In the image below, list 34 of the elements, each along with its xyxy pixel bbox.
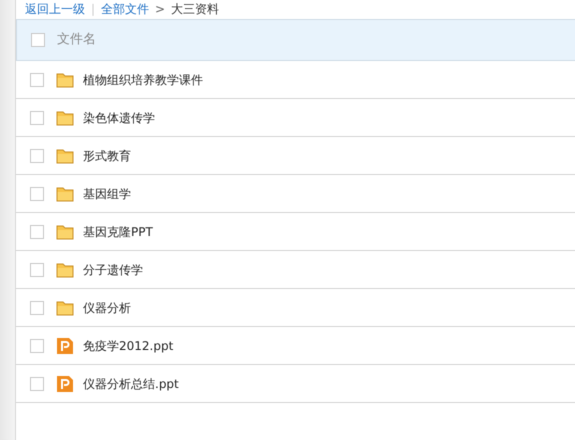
folder-icon bbox=[56, 184, 74, 202]
checkbox[interactable] bbox=[31, 33, 45, 47]
folder-icon bbox=[56, 260, 74, 278]
file-name[interactable]: 染色体遗传学 bbox=[83, 108, 155, 126]
file-name[interactable]: 基因克隆PPT bbox=[83, 222, 153, 240]
breadcrumb-current: 大三资料 bbox=[171, 2, 220, 17]
file-name[interactable]: 仪器分析 bbox=[83, 298, 131, 316]
checkbox[interactable] bbox=[30, 72, 44, 86]
breadcrumb-link[interactable]: 全部文件 bbox=[101, 2, 150, 17]
checkbox[interactable] bbox=[30, 224, 44, 238]
checkbox[interactable] bbox=[30, 148, 44, 162]
checkbox[interactable] bbox=[30, 338, 44, 352]
file-name[interactable]: 植物组织培养教学课件 bbox=[83, 70, 203, 88]
folder-icon bbox=[56, 222, 74, 240]
breadcrumb-arrow: > bbox=[155, 2, 166, 17]
checkbox[interactable] bbox=[30, 300, 44, 314]
file-name[interactable]: 基因组学 bbox=[83, 184, 131, 202]
folder-icon bbox=[56, 70, 74, 88]
checkbox[interactable] bbox=[30, 376, 44, 390]
checkbox[interactable] bbox=[30, 262, 44, 276]
folder-icon bbox=[56, 146, 74, 164]
folder-icon bbox=[56, 108, 74, 126]
separator: | bbox=[91, 2, 96, 17]
presentation-file-icon bbox=[56, 374, 74, 392]
checkbox[interactable] bbox=[30, 110, 44, 124]
back-link[interactable]: 返回上一级 bbox=[25, 2, 85, 17]
presentation-file-icon bbox=[56, 336, 74, 354]
file-name[interactable]: 形式教育 bbox=[83, 146, 131, 164]
file-name[interactable]: 分子遗传学 bbox=[83, 260, 143, 278]
folder-icon bbox=[56, 298, 74, 316]
column-header: 文件名 bbox=[57, 31, 96, 50]
file-name[interactable]: 免疫学2012.ppt bbox=[83, 336, 174, 354]
checkbox[interactable] bbox=[30, 186, 44, 200]
file-name[interactable]: 仪器分析总结.ppt bbox=[83, 374, 179, 392]
